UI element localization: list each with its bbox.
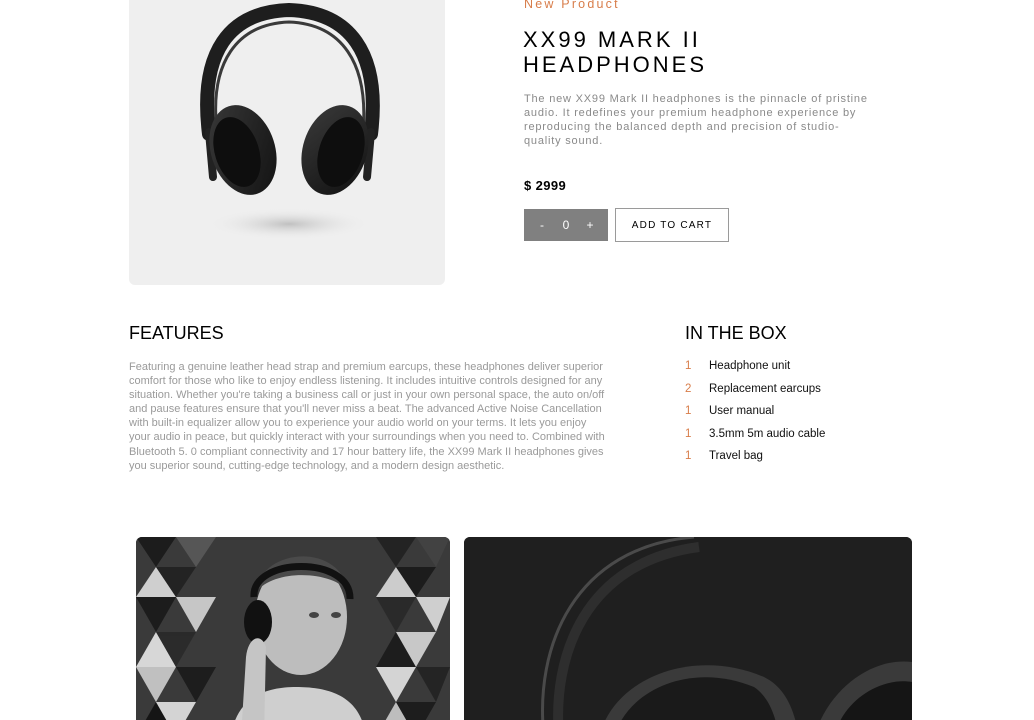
item-quantity: 1 — [685, 450, 692, 463]
gallery-image-man-with-headphones — [136, 537, 450, 720]
item-quantity: 1 — [685, 360, 692, 373]
item-name: User manual — [709, 405, 775, 418]
product-title: XX99 MARK II HEADPHONES — [523, 27, 708, 77]
in-the-box-list: 1 Headphone unit 2 Replacement earcups 1… — [685, 355, 825, 468]
list-item: 1 Travel bag — [685, 445, 825, 468]
list-item: 2 Replacement earcups — [685, 378, 825, 401]
increment-button[interactable]: + — [583, 218, 597, 232]
list-item: 1 Headphone unit — [685, 355, 825, 378]
item-name: Headphone unit — [709, 360, 791, 373]
list-item: 1 3.5mm 5m audio cable — [685, 423, 825, 446]
product-description: The new XX99 Mark II headphones is the p… — [524, 93, 868, 147]
headphones-closeup-photo — [464, 537, 912, 720]
gallery-image-headphones-closeup — [464, 537, 912, 720]
quantity-stepper: - 0 + — [524, 209, 608, 241]
add-to-cart-button[interactable]: ADD TO CART — [615, 208, 729, 242]
item-quantity: 1 — [685, 427, 692, 440]
item-name: Replacement earcups — [709, 382, 821, 395]
product-price: $ 2999 — [524, 178, 567, 193]
features-text: Featuring a genuine leather head strap a… — [129, 361, 605, 472]
man-with-headphones-photo — [136, 537, 450, 720]
item-name: Travel bag — [709, 450, 763, 463]
item-quantity: 1 — [685, 405, 692, 418]
product-detail-page: New Product XX99 MARK II HEADPHONES The … — [0, 0, 1034, 720]
decrement-button[interactable]: - — [535, 218, 549, 232]
item-name: 3.5mm 5m audio cable — [709, 427, 826, 440]
quantity-value: 0 — [562, 218, 570, 232]
product-image-box — [129, 0, 445, 285]
in-the-box-heading: IN THE BOX — [685, 323, 787, 343]
headphones-product-image — [200, 2, 380, 240]
item-quantity: 2 — [685, 382, 692, 395]
list-item: 1 User manual — [685, 400, 825, 423]
features-heading: FEATURES — [129, 323, 224, 343]
new-product-label: New Product — [524, 0, 620, 11]
